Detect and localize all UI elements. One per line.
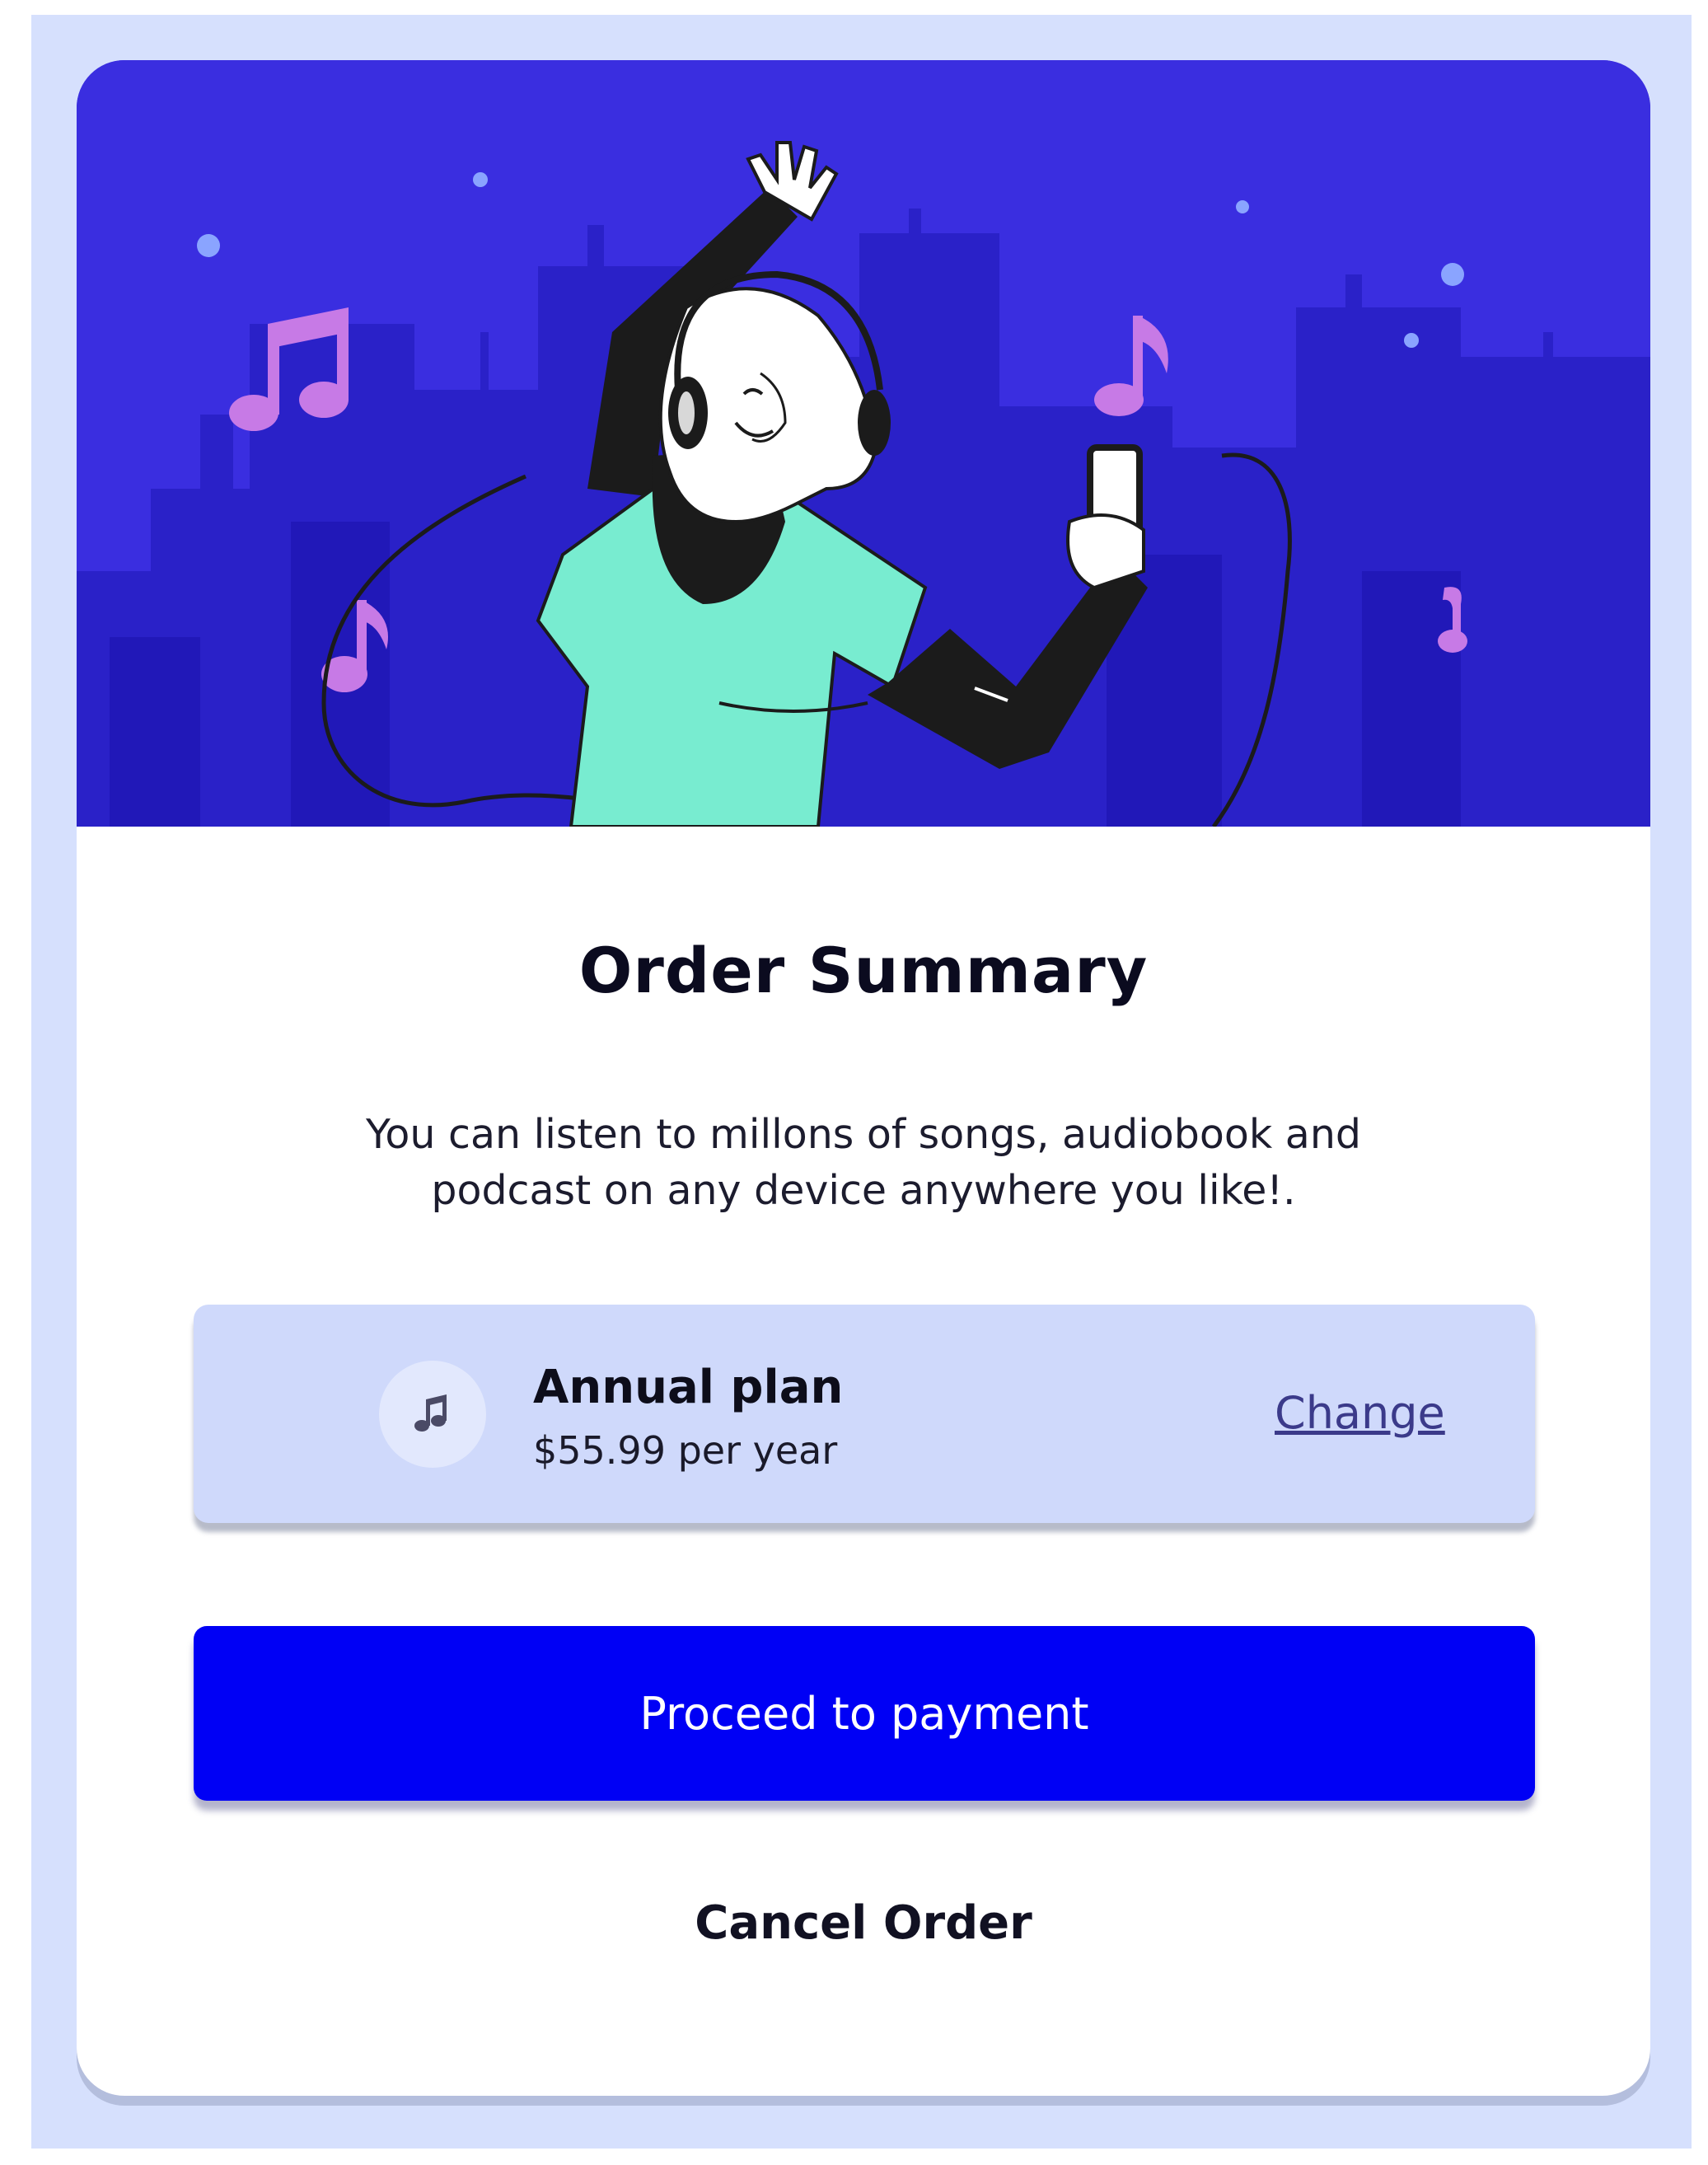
page-title: Order Summary <box>578 934 1149 1007</box>
music-note-icon <box>379 1361 486 1468</box>
order-description: You can listen to millons of songs, audi… <box>366 1111 1361 1214</box>
plan-summary: Annual plan $55.99 per year Change <box>194 1305 1535 1523</box>
order-summary-card: Order Summary You can listen to millons … <box>77 60 1650 2096</box>
plan-name: Annual plan <box>533 1361 844 1414</box>
hero-illustration <box>77 60 1650 827</box>
cancel-order-button[interactable]: Cancel Order <box>77 1896 1650 1950</box>
change-plan-link[interactable]: Change <box>1275 1387 1445 1439</box>
proceed-to-payment-button[interactable]: Proceed to payment <box>194 1626 1535 1801</box>
plan-price: $55.99 per year <box>533 1428 838 1473</box>
